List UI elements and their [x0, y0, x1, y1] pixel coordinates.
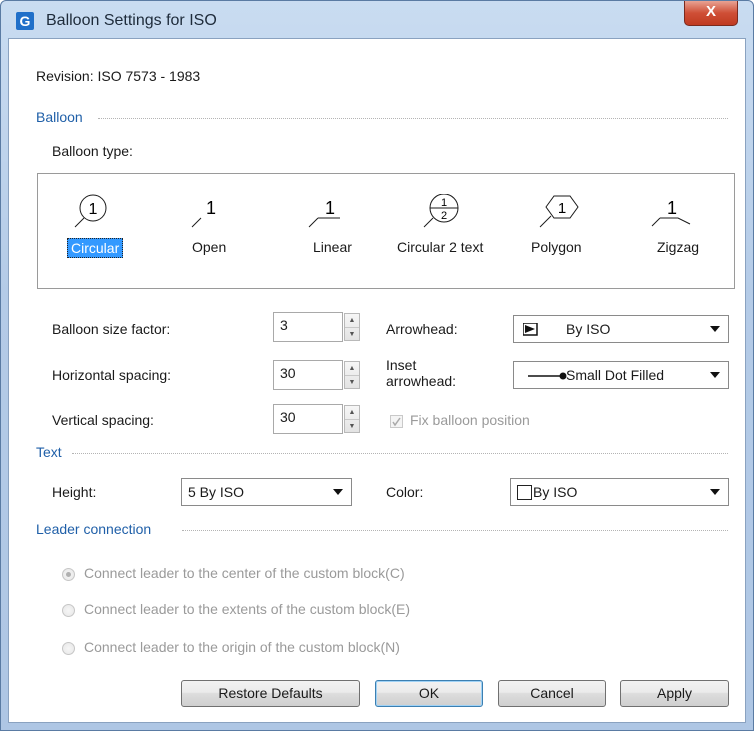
- color-dropdown[interactable]: By ISO: [510, 478, 729, 506]
- leader-center-radio[interactable]: [62, 568, 75, 581]
- text-section-title: Text: [36, 444, 62, 460]
- balloon-type-open[interactable]: 1 Open: [181, 174, 251, 286]
- color-swatch-icon: [517, 485, 532, 500]
- balloon-type-label-polygon: Polygon: [531, 239, 582, 255]
- zigzag-glyph: 1: [667, 198, 677, 218]
- spin-up-icon[interactable]: ▲: [345, 362, 359, 375]
- inset-arrowhead-dropdown[interactable]: Small Dot Filled: [513, 361, 729, 389]
- linear-balloon-icon: 1: [308, 198, 340, 228]
- apply-button[interactable]: Apply: [620, 680, 729, 707]
- cancel-button[interactable]: Cancel: [498, 680, 606, 707]
- color-label: Color:: [386, 484, 424, 500]
- chevron-down-icon: [710, 326, 720, 332]
- horizontal-spacing-label: Horizontal spacing:: [52, 367, 172, 383]
- leader-extents-radio[interactable]: [62, 604, 75, 617]
- balloon-type-label-zigzag: Zigzag: [657, 239, 700, 255]
- spin-up-icon[interactable]: ▲: [345, 406, 359, 419]
- window-title: Balloon Settings for ISO: [46, 12, 217, 29]
- balloon-size-factor-label: Balloon size factor:: [52, 321, 171, 337]
- linear-glyph: 1: [325, 198, 335, 218]
- open-balloon-icon: 1: [191, 198, 216, 228]
- chevron-down-icon: [333, 489, 343, 495]
- balloon-section-divider: [98, 118, 728, 119]
- vertical-spacing-value: 30: [280, 409, 296, 425]
- spin-down-icon[interactable]: ▼: [345, 419, 359, 433]
- text-section-divider: [72, 453, 728, 454]
- horizontal-spacing-input[interactable]: 30: [273, 360, 343, 390]
- leader-origin-radio[interactable]: [62, 642, 75, 655]
- fix-balloon-position-checkbox[interactable]: [390, 415, 403, 428]
- arrowhead-dropdown[interactable]: By ISO: [513, 315, 729, 343]
- balloon-type-label-circular-2-text: Circular 2 text: [397, 239, 484, 255]
- circular-balloon-icon: 1: [74, 194, 107, 228]
- ok-button[interactable]: OK: [375, 680, 483, 707]
- close-button[interactable]: X: [684, 1, 738, 26]
- title-bar[interactable]: G Balloon Settings for ISO X: [1, 1, 753, 39]
- balloon-size-factor-value: 3: [280, 317, 288, 333]
- leader-extents-label: Connect leader to the extents of the cus…: [84, 601, 411, 617]
- inset-arrowhead-label-line1: Inset: [386, 357, 417, 373]
- chevron-down-icon: [710, 372, 720, 378]
- horizontal-spacing-spinner[interactable]: ▲ ▼: [344, 361, 360, 389]
- circular-2-text-bottom-glyph: 2: [441, 210, 447, 222]
- vertical-spacing-input[interactable]: 30: [273, 404, 343, 434]
- polygon-balloon-icon: 1: [539, 195, 579, 228]
- arrowhead-label: Arrowhead:: [386, 321, 458, 337]
- zigzag-balloon-icon: 1: [651, 198, 691, 227]
- small-dot-filled-icon: [528, 372, 567, 380]
- leader-section-divider: [182, 530, 728, 531]
- color-value: By ISO: [533, 484, 578, 500]
- radio-selected-dot: [66, 572, 71, 577]
- balloon-size-factor-input[interactable]: 3: [273, 312, 343, 342]
- fix-balloon-position-label: Fix balloon position: [410, 412, 530, 428]
- circular-glyph: 1: [89, 201, 98, 218]
- height-label: Height:: [52, 484, 97, 500]
- balloon-type-label: Balloon type:: [52, 143, 133, 159]
- arrowhead-swatch-icon: [523, 323, 538, 336]
- leader-connection-section-title: Leader connection: [36, 521, 152, 537]
- spin-down-icon[interactable]: ▼: [345, 327, 359, 341]
- balloon-type-gallery: 1 Circular 1 Open 1 Linear 1 2 Circular …: [37, 173, 735, 289]
- arrowhead-value: By ISO: [566, 321, 611, 337]
- balloon-type-circular[interactable]: 1 Circular: [64, 174, 144, 286]
- leader-center-label: Connect leader to the center of the cust…: [84, 565, 405, 581]
- circular-2-text-balloon-icon: 1 2: [423, 194, 459, 228]
- open-glyph: 1: [206, 198, 216, 218]
- spin-up-icon[interactable]: ▲: [345, 314, 359, 327]
- balloon-type-zigzag[interactable]: 1 Zigzag: [638, 174, 718, 286]
- app-icon: G: [16, 12, 34, 30]
- height-value: 5 By ISO: [188, 484, 245, 500]
- revision-label: Revision: ISO 7573 - 1983: [36, 68, 201, 84]
- restore-defaults-button[interactable]: Restore Defaults: [181, 680, 360, 707]
- height-dropdown[interactable]: 5 By ISO: [181, 478, 352, 506]
- check-icon: [392, 417, 401, 427]
- balloon-size-factor-spinner[interactable]: ▲ ▼: [344, 313, 360, 341]
- chevron-down-icon: [710, 489, 720, 495]
- balloon-type-label-circular: Circular: [67, 238, 124, 258]
- vertical-spacing-label: Vertical spacing:: [52, 412, 154, 428]
- balloon-section-title: Balloon: [36, 109, 83, 125]
- inset-arrowhead-value: Small Dot Filled: [566, 367, 665, 383]
- horizontal-spacing-value: 30: [280, 365, 296, 381]
- balloon-type-circular-2-text[interactable]: 1 2 Circular 2 text: [375, 174, 505, 286]
- balloon-type-polygon[interactable]: 1 Polygon: [518, 174, 598, 286]
- circular-2-text-top-glyph: 1: [441, 197, 447, 209]
- balloon-type-label-linear: Linear: [313, 239, 352, 255]
- polygon-glyph: 1: [558, 200, 566, 217]
- balloon-type-label-open: Open: [192, 239, 227, 255]
- spin-down-icon[interactable]: ▼: [345, 375, 359, 389]
- inset-arrowhead-label-line2: arrowhead:: [386, 373, 457, 389]
- balloon-type-linear[interactable]: 1 Linear: [294, 174, 364, 286]
- leader-origin-label: Connect leader to the origin of the cust…: [84, 639, 400, 655]
- vertical-spacing-spinner[interactable]: ▲ ▼: [344, 405, 360, 433]
